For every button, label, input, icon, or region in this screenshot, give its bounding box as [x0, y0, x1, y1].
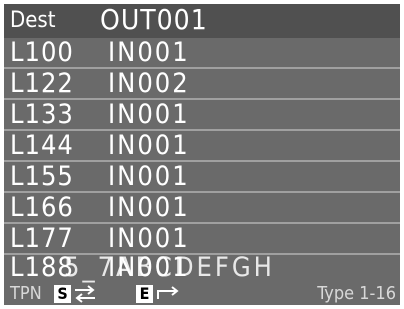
crosspoint-row[interactable]: L155 IN001	[4, 162, 400, 193]
level-name: L100	[10, 37, 74, 68]
crosspoint-row[interactable]: L100 IN001	[4, 38, 400, 69]
source-name: IN002	[108, 68, 190, 99]
destination-header: Dest OUT001	[4, 4, 400, 38]
level-name: L133	[10, 99, 74, 130]
source-name: IN001	[108, 192, 190, 223]
level-name: L144	[10, 130, 74, 161]
source-name: IN001	[108, 37, 190, 68]
router-display: Dest OUT001 L100 IN001 L122 IN002 L133 I…	[4, 4, 400, 305]
crosspoint-row-overlapped[interactable]: L188 IN001 5_7ABCDEFGH	[4, 254, 400, 282]
source-name: IN001	[108, 99, 190, 130]
tpn-label: TPN	[10, 283, 42, 304]
alias-name-overlay: 5_7ABCDEFGH	[64, 252, 275, 283]
source-name: IN001	[108, 223, 190, 254]
crosspoint-row[interactable]: L166 IN001	[4, 193, 400, 224]
type-range-label: Type 1-16	[317, 283, 396, 304]
crosspoint-row[interactable]: L177 IN001	[4, 224, 400, 255]
level-name: L166	[10, 192, 74, 223]
level-name: L177	[10, 223, 74, 254]
e-indicator: E	[136, 285, 153, 303]
dest-label: Dest	[10, 8, 56, 33]
return-arrow-icon	[156, 285, 180, 305]
status-footer: TPN S E Type 1-16	[4, 283, 400, 305]
level-name: L122	[10, 68, 74, 99]
swap-arrows-icon	[74, 285, 96, 305]
source-name: IN001	[108, 161, 190, 192]
s-indicator: S	[54, 285, 71, 303]
crosspoint-row[interactable]: L133 IN001	[4, 100, 400, 131]
level-name: L155	[10, 161, 74, 192]
crosspoint-row[interactable]: L122 IN002	[4, 69, 400, 100]
destination-name: OUT001	[100, 4, 208, 36]
source-name: IN001	[108, 130, 190, 161]
crosspoint-row[interactable]: L144 IN001	[4, 131, 400, 162]
